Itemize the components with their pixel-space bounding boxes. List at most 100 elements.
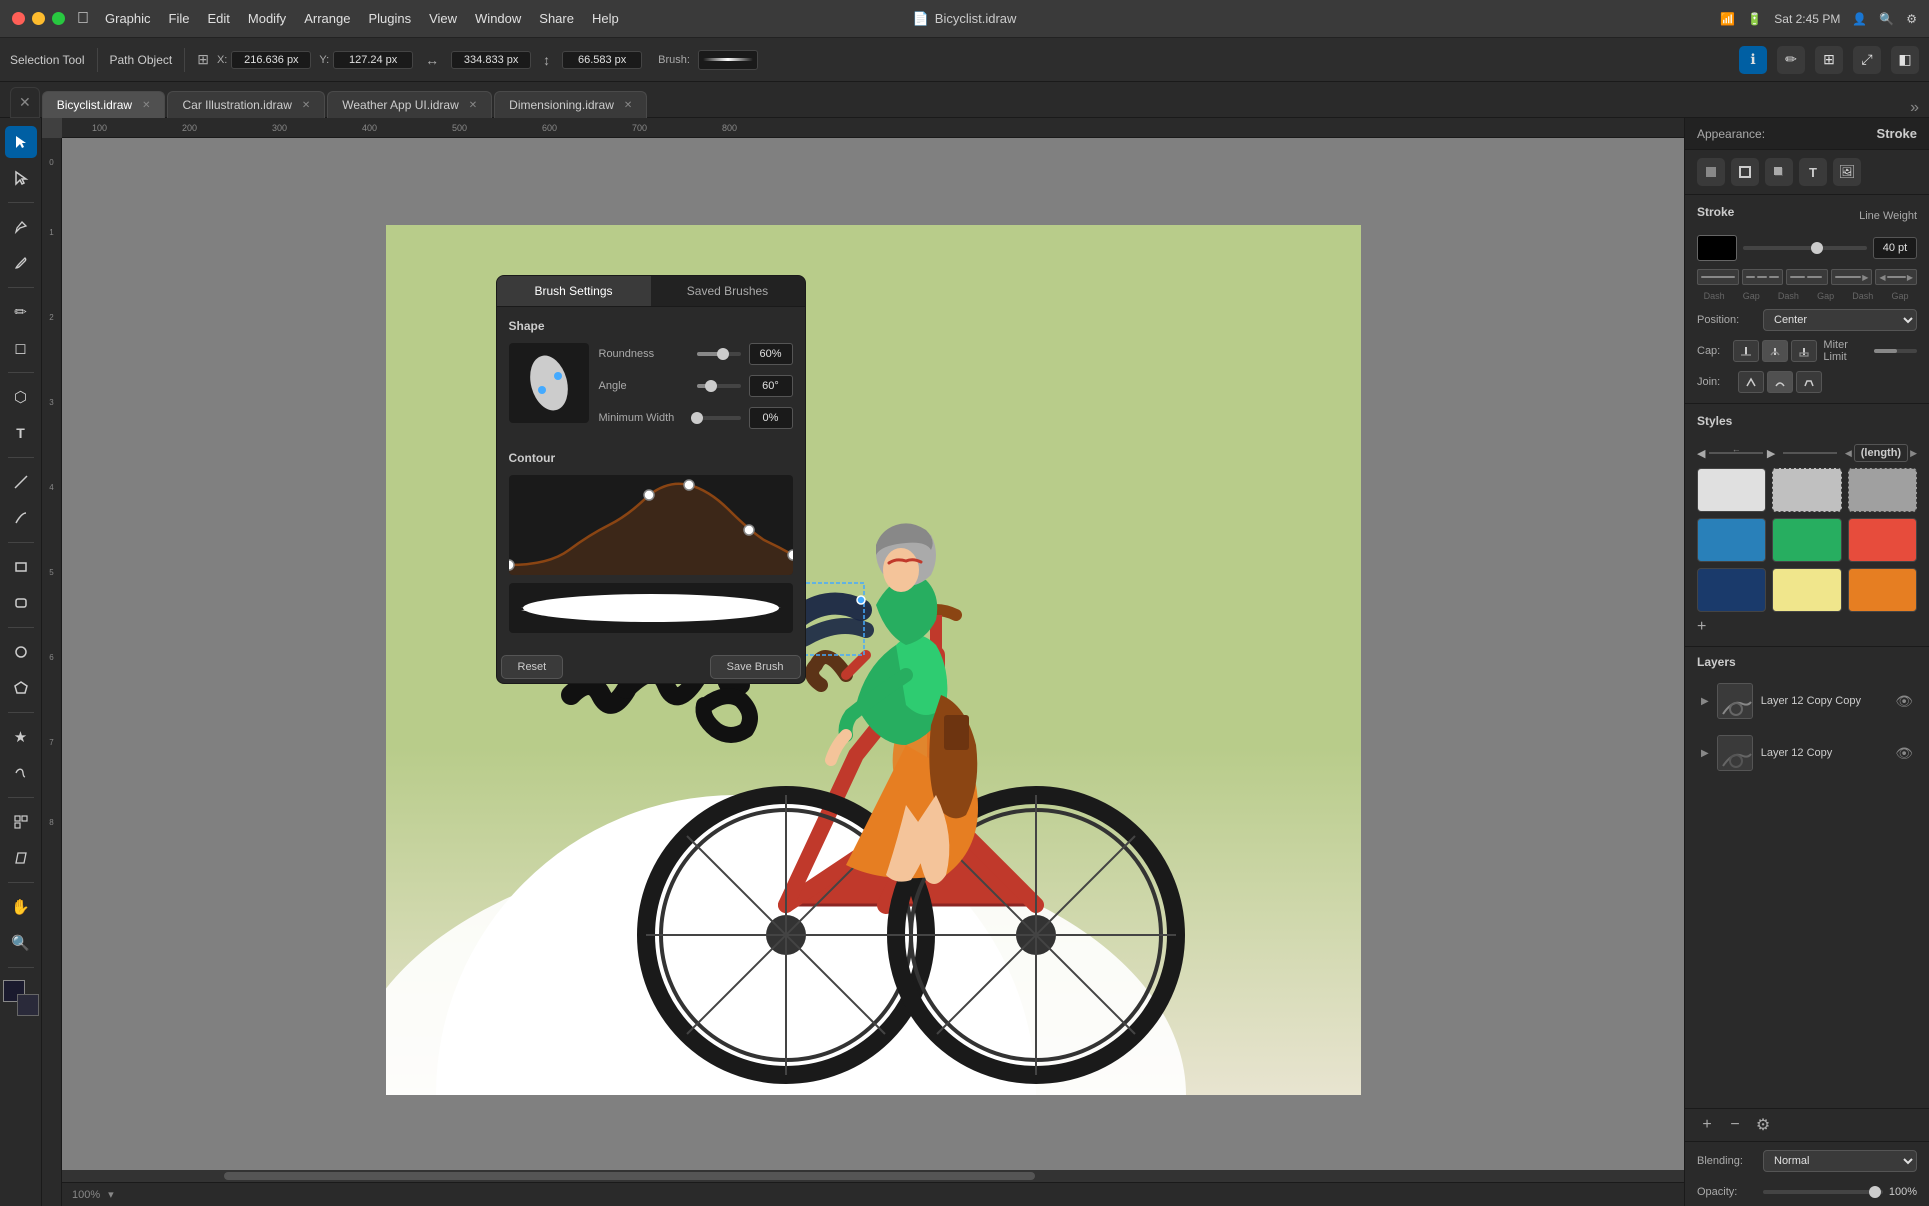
star-tool[interactable]: ★: [5, 721, 37, 753]
stroke-dash-2[interactable]: [1786, 269, 1828, 285]
toolbar-right-icons[interactable]: ℹ ✏ ⊞ ⤢ ◧: [1739, 46, 1919, 74]
menu-arrange[interactable]: Arrange: [304, 11, 350, 26]
line-weight-value[interactable]: 40 pt: [1873, 237, 1917, 259]
scrollbar-thumb[interactable]: [224, 1172, 1035, 1180]
add-style-row[interactable]: +: [1697, 618, 1917, 636]
styles-arrow-left[interactable]: ◀: [1697, 447, 1705, 460]
brush-tool[interactable]: [5, 247, 37, 279]
image-icon[interactable]: 🖼: [1833, 158, 1861, 186]
angle-thumb[interactable]: [705, 380, 717, 392]
style-dark-blue[interactable]: [1697, 568, 1766, 612]
eraser-tool[interactable]: ◻: [5, 332, 37, 364]
position-select[interactable]: Center: [1763, 309, 1917, 331]
shear-tool[interactable]: [5, 842, 37, 874]
menu-view[interactable]: View: [429, 11, 457, 26]
pencil-icon[interactable]: ✏: [1777, 46, 1805, 74]
min-width-value[interactable]: 0%: [749, 407, 793, 429]
shadow-icon[interactable]: [1765, 158, 1793, 186]
brush-panel-tabs[interactable]: Brush Settings Saved Brushes: [497, 276, 805, 307]
layer-settings-button[interactable]: ⚙: [1753, 1115, 1773, 1135]
join-buttons[interactable]: [1738, 371, 1822, 393]
text-tool[interactable]: T: [5, 417, 37, 449]
opacity-thumb[interactable]: [1869, 1186, 1881, 1198]
layer-visibility-2[interactable]: 👁: [1895, 745, 1913, 762]
stroke-arrow[interactable]: ▶: [1831, 269, 1873, 285]
canvas-document[interactable]: Brush Settings Saved Brushes Shape: [386, 225, 1361, 1095]
stroke-arrow-2[interactable]: ◀ ▶: [1875, 269, 1917, 285]
traffic-lights[interactable]: [12, 12, 65, 25]
menu-edit[interactable]: Edit: [207, 11, 229, 26]
save-brush-button[interactable]: Save Brush: [710, 655, 801, 679]
styles-grid[interactable]: [1697, 468, 1917, 612]
menu-graphic[interactable]: Graphic: [105, 11, 151, 26]
cap-buttons[interactable]: [1733, 340, 1817, 362]
min-width-thumb[interactable]: [691, 412, 703, 424]
ellipse-tool[interactable]: [5, 636, 37, 668]
y-coord[interactable]: Y: 127.24 px: [319, 51, 413, 69]
new-tab-button[interactable]: ✕: [10, 87, 40, 118]
canvas-background[interactable]: Brush Settings Saved Brushes Shape: [62, 138, 1684, 1182]
menu-share[interactable]: Share: [539, 11, 574, 26]
canvas-area[interactable]: 100 200 300 400 500 600 700 800 0 1 2 3 …: [42, 118, 1684, 1206]
grid-layout-icon[interactable]: ⊞: [1815, 46, 1843, 74]
join-round[interactable]: [1767, 371, 1793, 393]
style-orange[interactable]: [1848, 568, 1917, 612]
rect-tool[interactable]: [5, 551, 37, 583]
menu-plugins[interactable]: Plugins: [368, 11, 411, 26]
style-white[interactable]: [1697, 468, 1766, 512]
tab-dimensioning[interactable]: Dimensioning.idraw ✕: [494, 91, 647, 118]
tab-car-close[interactable]: ✕: [302, 100, 310, 111]
3d-tool[interactable]: ⬡: [5, 381, 37, 413]
brush-settings-tab[interactable]: Brush Settings: [497, 276, 651, 306]
join-miter[interactable]: [1738, 371, 1764, 393]
freeform-tool[interactable]: [5, 757, 37, 789]
add-style-button[interactable]: +: [1697, 618, 1706, 636]
menu-modify[interactable]: Modify: [248, 11, 286, 26]
zoom-dropdown[interactable]: ▾: [108, 1188, 114, 1201]
search-icon[interactable]: 🔍: [1879, 12, 1894, 26]
stroke-icon[interactable]: [1731, 158, 1759, 186]
layers-bottom[interactable]: + − ⚙: [1685, 1108, 1929, 1141]
pencil-tool[interactable]: ✏: [5, 296, 37, 328]
layer-visibility-1[interactable]: 👁: [1895, 693, 1913, 710]
opacity-slider[interactable]: [1763, 1190, 1883, 1194]
selection-tool[interactable]: [5, 126, 37, 158]
width-coord[interactable]: 334.833 px: [451, 51, 531, 69]
tab-overflow-icon[interactable]: »: [1910, 99, 1919, 117]
layer-item-2[interactable]: ▶ Layer 12 Copy 👁: [1697, 729, 1917, 777]
color-swatches[interactable]: [3, 980, 39, 1016]
controls-icon[interactable]: ⚙: [1906, 12, 1917, 26]
contour-graph[interactable]: [509, 475, 793, 575]
tab-weather[interactable]: Weather App UI.idraw ✕: [327, 91, 492, 118]
stroke-solid[interactable]: [1697, 269, 1739, 285]
tab-overflow[interactable]: »: [1910, 99, 1919, 117]
roundness-slider[interactable]: [697, 352, 741, 356]
angle-value[interactable]: 60°: [749, 375, 793, 397]
height-coord[interactable]: 66.583 px: [562, 51, 642, 69]
line-tool[interactable]: [5, 466, 37, 498]
arc-tool[interactable]: [5, 502, 37, 534]
miter-slider[interactable]: [1874, 349, 1917, 353]
x-coord[interactable]: X: 216.636 px: [217, 51, 311, 69]
zoom-tool[interactable]: 🔍: [5, 927, 37, 959]
cap-round[interactable]: [1762, 340, 1788, 362]
styles-nav-row[interactable]: ◀ ← ▶ ◀ (length) ▶: [1697, 444, 1917, 462]
stroke-dash-1[interactable]: [1742, 269, 1784, 285]
saved-brushes-tab[interactable]: Saved Brushes: [651, 276, 805, 306]
arrange-icon[interactable]: ⤢: [1853, 46, 1881, 74]
maximize-button[interactable]: [52, 12, 65, 25]
text-appearance-icon[interactable]: T: [1799, 158, 1827, 186]
appearance-icons-row[interactable]: T 🖼: [1685, 150, 1929, 195]
tab-dimensioning-close[interactable]: ✕: [624, 100, 632, 111]
tab-bicyclist[interactable]: Bicyclist.idraw ✕: [42, 91, 166, 118]
layers-icon[interactable]: ◧: [1891, 46, 1919, 74]
group-tool[interactable]: [5, 806, 37, 838]
tab-weather-close[interactable]: ✕: [469, 100, 477, 111]
stroke-color-swatch[interactable]: [1697, 235, 1737, 261]
style-light-gray[interactable]: [1772, 468, 1841, 512]
brush-panel-buttons[interactable]: Reset Save Brush: [497, 655, 805, 683]
styles-arrow-right[interactable]: ▶: [1767, 447, 1775, 460]
minimize-button[interactable]: [32, 12, 45, 25]
shape-preview[interactable]: [509, 343, 589, 423]
style-blue[interactable]: [1697, 518, 1766, 562]
